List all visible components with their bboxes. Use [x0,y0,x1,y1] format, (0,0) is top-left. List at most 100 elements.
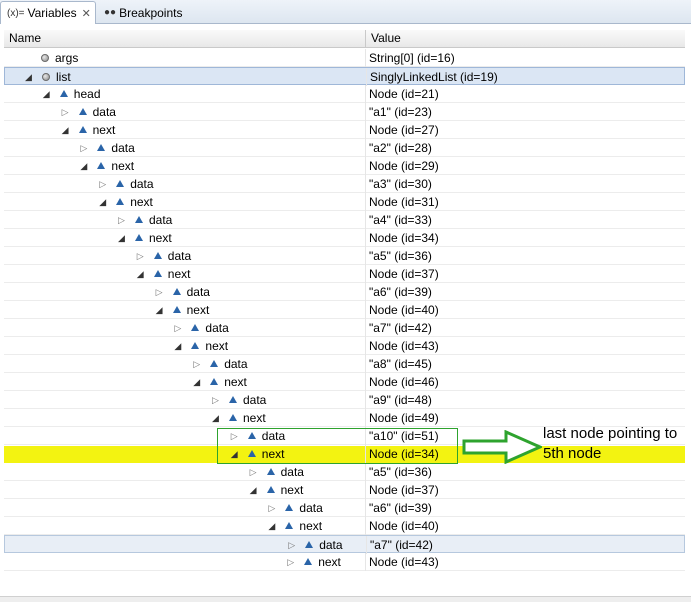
collapsed-twistie-icon[interactable]: ▷ [80,142,90,154]
tree-row-name-cell: ◢ next [4,193,366,211]
variable-name: data [130,177,154,191]
tree-row[interactable]: ◢ head Node (id=21) [4,85,685,103]
field-icon [116,178,126,190]
tree-row[interactable]: ▷ data "a5" (id=36) [4,463,685,481]
horizontal-scrollbar[interactable] [0,596,691,602]
variable-value: Node (id=21) [369,87,439,101]
tree-row[interactable]: ▷ data "a6" (id=39) [4,283,685,301]
tree-row[interactable]: ▷ data "a9" (id=48) [4,391,685,409]
tab-variables[interactable]: (x)= Variables ✕ [0,1,96,24]
variable-name: data [186,285,210,299]
tree-row-name-cell: ◢ list [5,68,367,86]
breakpoints-icon: ●● [104,7,117,18]
table-header: Name Value [4,30,685,48]
tree-row[interactable]: ▷ data "a5" (id=36) [4,247,685,265]
tree-row[interactable]: ▷ data "a1" (id=23) [4,103,685,121]
tree-row[interactable]: ◢ next Node (id=37) [4,481,685,499]
expanded-twistie-icon[interactable]: ◢ [99,196,109,208]
expanded-twistie-icon[interactable]: ◢ [174,340,184,352]
column-header-value[interactable]: Value [366,30,685,48]
collapsed-twistie-icon[interactable]: ▷ [287,556,297,568]
tree-row[interactable]: ▷ data "a3" (id=30) [4,175,685,193]
tree-row-name-cell: args [4,49,366,67]
variable-name: data [205,321,229,335]
collapsed-twistie-icon[interactable]: ▷ [212,394,222,406]
expanded-twistie-icon[interactable]: ◢ [80,160,90,172]
field-icon [153,250,164,262]
tree-row[interactable]: args String[0] (id=16) [4,49,685,67]
tree-row[interactable]: ◢ next Node (id=27) [4,121,685,139]
tree-row[interactable]: ◢ next Node (id=34) [4,229,685,247]
collapsed-twistie-icon[interactable]: ▷ [156,286,166,298]
tree-row[interactable]: ◢ list SinglyLinkedList (id=19) [4,67,685,86]
close-icon[interactable]: ✕ [82,7,91,20]
expanded-twistie-icon[interactable]: ◢ [193,376,203,388]
variable-value: Node (id=37) [369,267,439,281]
variable-value: SinglyLinkedList (id=19) [370,70,498,84]
tree-row-name-cell: ◢ next [4,517,366,535]
tree-row[interactable]: ◢ next Node (id=40) [4,301,685,319]
tree-row-name-cell: ▷ data [4,247,366,265]
variable-name: next [130,195,153,209]
variable-value: "a3" (id=30) [369,177,432,191]
expanded-twistie-icon[interactable]: ◢ [25,71,35,83]
collapsed-twistie-icon[interactable]: ▷ [193,358,203,370]
tree-row[interactable]: ◢ next Node (id=29) [4,157,685,175]
tree-row-name-cell: ▷ data [4,391,366,409]
expanded-twistie-icon[interactable]: ◢ [62,124,72,136]
annotation-box [217,428,458,464]
collapsed-twistie-icon[interactable]: ▷ [288,539,298,551]
tree-row-name-cell: ▷ next [4,553,366,571]
collapsed-twistie-icon[interactable]: ▷ [268,502,278,514]
tree-row-name-cell: ◢ next [4,229,366,247]
field-icon [78,106,89,118]
collapsed-twistie-icon[interactable]: ▷ [137,250,147,262]
variable-value: Node (id=43) [369,339,439,353]
field-icon [97,142,107,154]
tree-row[interactable]: ▷ data "a4" (id=33) [4,211,685,229]
expanded-twistie-icon[interactable]: ◢ [156,304,166,316]
local-variable-icon [41,52,51,64]
tree-row[interactable]: ▷ next Node (id=43) [4,553,685,571]
tree-row[interactable]: ▷ data "a6" (id=39) [4,499,685,517]
collapsed-twistie-icon[interactable]: ▷ [62,106,72,118]
tree-row[interactable]: ◢ next Node (id=31) [4,193,685,211]
tree-row[interactable]: ▷ data "a8" (id=45) [4,355,685,373]
variable-name: next [167,267,191,281]
column-header-name[interactable]: Name [4,30,366,48]
expanded-twistie-icon[interactable]: ◢ [250,484,260,496]
variable-value: Node (id=40) [369,303,439,317]
tab-breakpoints[interactable]: ●● Breakpoints [98,1,194,24]
tree-row[interactable]: ▷ data "a2" (id=28) [4,139,685,157]
field-icon [285,502,295,514]
variable-name: next [92,123,116,137]
expanded-twistie-icon[interactable]: ◢ [212,412,222,424]
field-icon [285,520,295,532]
collapsed-twistie-icon[interactable]: ▷ [250,466,260,478]
field-icon [304,556,314,568]
tree-row-name-cell: ◢ head [4,85,366,103]
field-icon [153,268,164,280]
variable-name: next [205,339,229,353]
tree-row-name-cell: ◢ next [4,121,366,139]
field-icon [191,322,201,334]
tree-row[interactable]: ◢ next Node (id=46) [4,373,685,391]
tree-row[interactable]: ◢ next Node (id=43) [4,337,685,355]
expanded-twistie-icon[interactable]: ◢ [137,268,147,280]
field-icon [210,376,220,388]
expanded-twistie-icon[interactable]: ◢ [118,232,128,244]
collapsed-twistie-icon[interactable]: ▷ [174,322,184,334]
collapsed-twistie-icon[interactable]: ▷ [99,178,109,190]
expanded-twistie-icon[interactable]: ◢ [43,88,53,100]
field-icon [59,88,70,100]
expanded-twistie-icon[interactable]: ◢ [268,520,278,532]
variable-value: Node (id=27) [369,123,439,137]
tree-row[interactable]: ▷ data "a7" (id=42) [4,535,685,554]
tree-row[interactable]: ◢ next Node (id=40) [4,517,685,535]
annotation-text: last node pointing to 5th node [543,425,678,462]
local-variable-icon [42,71,52,83]
collapsed-twistie-icon[interactable]: ▷ [118,214,128,226]
tree-row[interactable]: ◢ next Node (id=37) [4,265,685,283]
tree-row[interactable]: ▷ data "a7" (id=42) [4,319,685,337]
tree-row-name-cell: ◢ next [4,409,366,427]
